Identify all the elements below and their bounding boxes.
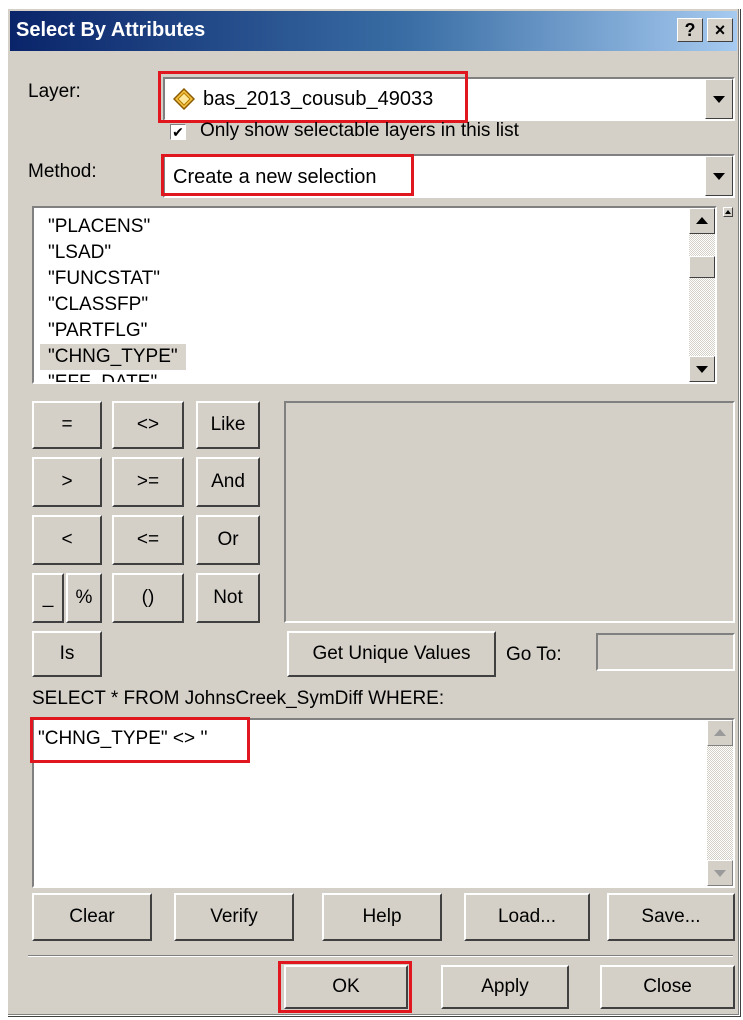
method-label: Method: bbox=[28, 161, 97, 182]
selectable-only-checkbox[interactable]: ✔ bbox=[170, 124, 186, 140]
scroll-thumb[interactable] bbox=[689, 256, 715, 278]
scroll-up-button[interactable] bbox=[707, 720, 733, 746]
chevron-up-icon bbox=[696, 217, 708, 224]
scroll-down-button[interactable] bbox=[707, 860, 733, 886]
operator-not-equal-button[interactable]: <> bbox=[112, 401, 184, 449]
chevron-down-icon bbox=[713, 96, 725, 103]
chevron-up-icon bbox=[725, 210, 731, 214]
layer-label: Layer: bbox=[28, 81, 81, 102]
field-item[interactable]: "PLACENS" bbox=[40, 214, 685, 240]
ok-button[interactable]: OK bbox=[284, 965, 408, 1009]
operator-less-button[interactable]: < bbox=[32, 515, 102, 565]
chevron-down-icon bbox=[714, 870, 726, 877]
scroll-up-button[interactable] bbox=[689, 208, 715, 234]
method-combobox[interactable]: Create a new selection bbox=[163, 154, 735, 198]
chevron-up-icon bbox=[714, 729, 726, 736]
chevron-down-icon bbox=[713, 173, 725, 180]
layer-value: bas_2013_cousub_49033 bbox=[203, 88, 434, 110]
method-dropdown-button[interactable] bbox=[705, 156, 733, 196]
chevron-down-icon bbox=[696, 366, 708, 373]
operator-underscore-button[interactable]: _ bbox=[32, 573, 64, 623]
goto-label: Go To: bbox=[506, 644, 562, 665]
help-button[interactable]: ? bbox=[677, 18, 703, 42]
field-list-scrollbar[interactable] bbox=[689, 208, 715, 382]
field-item-selected[interactable]: "CHNG_TYPE" bbox=[40, 344, 186, 370]
expression-text: "CHNG_TYPE" <> '' bbox=[38, 728, 208, 749]
layer-combobox[interactable]: bas_2013_cousub_49033 bbox=[163, 77, 735, 121]
get-unique-values-button[interactable]: Get Unique Values bbox=[287, 631, 496, 677]
operator-parens-button[interactable]: () bbox=[112, 573, 184, 623]
select-by-attributes-dialog: Select By Attributes ? × Layer: bas_2013… bbox=[7, 8, 740, 1016]
field-item[interactable]: "CLASSFP" bbox=[40, 292, 685, 318]
load-button[interactable]: Load... bbox=[464, 893, 590, 941]
window-title: Select By Attributes bbox=[16, 19, 206, 41]
sql-prefix-label: SELECT * FROM JohnsCreek_SymDiff WHERE: bbox=[32, 688, 445, 709]
operator-equals-button[interactable]: = bbox=[32, 401, 102, 449]
layer-diamond-icon bbox=[172, 87, 196, 111]
operator-not-button[interactable]: Not bbox=[196, 573, 260, 623]
field-item[interactable]: "LSAD" bbox=[40, 240, 685, 266]
operator-less-equal-button[interactable]: <= bbox=[112, 515, 184, 565]
scroll-down-button[interactable] bbox=[689, 356, 715, 382]
apply-button[interactable]: Apply bbox=[441, 965, 569, 1009]
close-window-button[interactable]: × bbox=[707, 18, 733, 42]
separator bbox=[28, 955, 733, 957]
unique-values-list[interactable] bbox=[284, 401, 735, 623]
operator-is-button[interactable]: Is bbox=[32, 631, 102, 677]
expression-textarea[interactable]: "CHNG_TYPE" <> '' bbox=[32, 718, 735, 888]
list-resize-grip[interactable] bbox=[723, 207, 733, 217]
operator-and-button[interactable]: And bbox=[196, 457, 260, 507]
selectable-only-label: Only show selectable layers in this list bbox=[200, 120, 519, 141]
field-item[interactable]: "FUNCSTAT" bbox=[40, 266, 685, 292]
field-list[interactable]: "PLACENS" "LSAD" "FUNCSTAT" "CLASSFP" "P… bbox=[32, 206, 717, 384]
expression-scrollbar[interactable] bbox=[707, 720, 733, 886]
operator-like-button[interactable]: Like bbox=[196, 401, 260, 449]
method-value: Create a new selection bbox=[173, 166, 377, 188]
operator-greater-equal-button[interactable]: >= bbox=[112, 457, 184, 507]
field-item[interactable]: "PARTFLG" bbox=[40, 318, 685, 344]
save-button[interactable]: Save... bbox=[607, 893, 735, 941]
title-bar[interactable]: Select By Attributes ? × bbox=[10, 11, 737, 51]
operator-greater-button[interactable]: > bbox=[32, 457, 102, 507]
field-list-items: "PLACENS" "LSAD" "FUNCSTAT" "CLASSFP" "P… bbox=[40, 214, 685, 382]
operator-percent-button[interactable]: % bbox=[66, 573, 102, 623]
verify-button[interactable]: Verify bbox=[174, 893, 294, 941]
layer-dropdown-button[interactable] bbox=[705, 79, 733, 119]
field-item[interactable]: "EFF_DATE" bbox=[40, 370, 685, 382]
close-button[interactable]: Close bbox=[600, 965, 735, 1009]
clear-button[interactable]: Clear bbox=[32, 893, 152, 941]
goto-input[interactable] bbox=[596, 633, 735, 671]
help-query-button[interactable]: Help bbox=[322, 893, 442, 941]
operator-or-button[interactable]: Or bbox=[196, 515, 260, 565]
